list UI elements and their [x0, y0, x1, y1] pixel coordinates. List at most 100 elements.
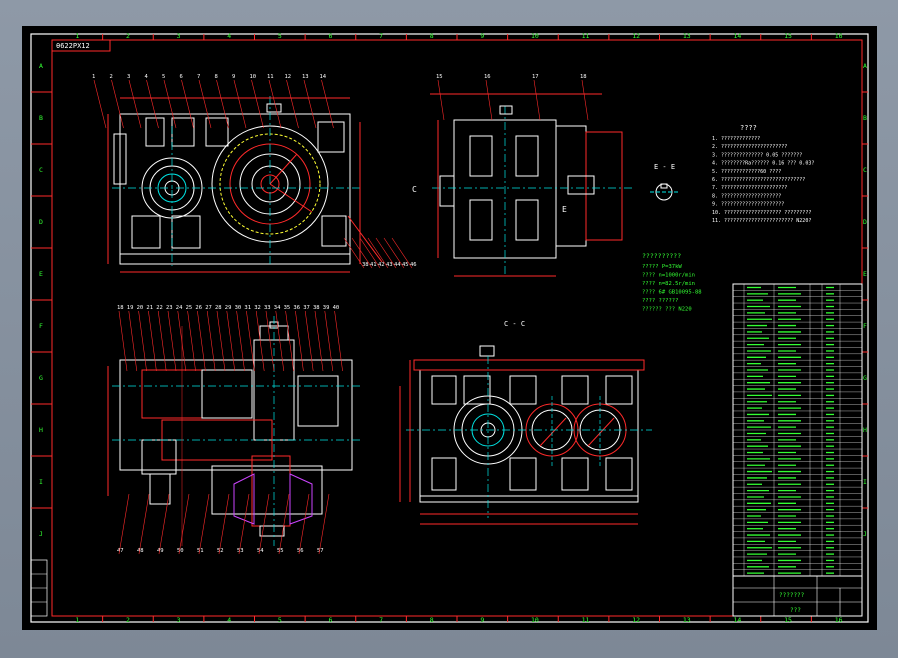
callout-number: 55 [277, 548, 284, 554]
view-letter-c: C [412, 185, 417, 194]
callout-number: 41 [370, 262, 377, 268]
callout-number: 10 [250, 74, 257, 80]
callout-number: 11 [267, 74, 274, 80]
zone-row-label: F [39, 322, 43, 330]
section-e-e: E - E [650, 163, 678, 201]
specs-title: ?????????? [642, 252, 681, 260]
callout-number: 19 [127, 305, 134, 311]
zone-col-label: 4 [227, 32, 231, 40]
zone-col-label: 7 [379, 616, 383, 624]
callout-number: 36 [293, 305, 300, 311]
zone-labels-bottom: 1 2 3 4 5 6 7 8 9 10 11 12 13 14 15 16 [75, 616, 843, 624]
view-letter-e: E [562, 205, 567, 214]
callout-number: 6 [180, 74, 183, 80]
zone-col-label: 12 [632, 616, 640, 624]
zone-col-label: 8 [430, 616, 434, 624]
title-block-name: ??????? [779, 592, 805, 599]
zone-col-label: 6 [328, 32, 332, 40]
zone-labels-right: A B C D E F G H I J [862, 62, 868, 538]
spec-line: ???? 6# GB10095-88 [642, 290, 702, 296]
callout-number: 29 [225, 305, 232, 311]
zone-row-label: D [863, 218, 867, 226]
zone-row-label: C [863, 166, 867, 174]
zone-col-label: 10 [531, 616, 539, 624]
callout-number: 27 [205, 305, 212, 311]
callout-number: 52 [217, 548, 224, 554]
title-block-sub: ??? [790, 607, 801, 614]
tech-req-line: 8. ???????????????????? [712, 193, 781, 199]
tech-req-line: 7. ?????????????????????? [712, 185, 787, 191]
zone-col-label: 16 [835, 616, 843, 624]
technical-requirements: ???? 1. ????????????? 2. ????????????????… [712, 124, 814, 224]
zone-row-label: A [39, 62, 43, 70]
zone-col-label: 6 [328, 616, 332, 624]
callout-number: 46 [410, 262, 417, 268]
outer-frame [30, 33, 869, 623]
callout-number: 50 [177, 548, 184, 554]
zone-row-label: J [39, 530, 43, 538]
zone-col-label: 14 [733, 616, 741, 624]
tech-req-line: 11. ??????????????????????? N220? [712, 218, 811, 224]
callout-number: 20 [137, 305, 144, 311]
zone-col-label: 16 [835, 32, 843, 40]
spec-line: ???? ?????? [642, 298, 678, 304]
zone-row-label: F [863, 322, 867, 330]
drawing-number-box: θ622PX12 [51, 39, 111, 52]
revision-box [30, 559, 48, 617]
zone-col-label: 13 [683, 32, 691, 40]
callouts-front-view: 1 2 3 4 5 6 7 8 9 10 11 12 13 14 [92, 74, 334, 129]
zone-col-label: 3 [177, 616, 181, 624]
callout-number: 18 [117, 305, 124, 311]
zone-row-label: A [863, 62, 867, 70]
zone-col-label: 4 [227, 616, 231, 624]
zone-row-label: B [39, 114, 43, 122]
parts-list [732, 283, 863, 577]
zone-row-label: G [39, 374, 43, 382]
front-view [107, 96, 383, 273]
zone-labels-top: 1 2 3 4 5 6 7 8 9 10 11 12 13 14 15 16 [75, 32, 843, 40]
callout-number: 30 [235, 305, 242, 311]
callout-number: 39 [323, 305, 330, 311]
zone-col-label: 11 [582, 32, 590, 40]
tech-req-line: 3. ?????????????? 0.05 ??????? [712, 152, 802, 158]
callout-number: 22 [156, 305, 163, 311]
callout-number: 33 [264, 305, 271, 311]
callout-number: 7 [197, 74, 200, 80]
zone-col-label: 3 [177, 32, 181, 40]
zone-row-label: I [863, 478, 867, 486]
callout-number: 51 [197, 548, 204, 554]
zone-col-label: 10 [531, 32, 539, 40]
zone-col-label: 12 [632, 32, 640, 40]
callout-number: 48 [137, 548, 144, 554]
callouts-misc: 38 41 42 43 44 45 46 [343, 237, 417, 269]
tech-req-line: 5. ?????????????60 ???? [712, 169, 781, 175]
zone-row-label: I [39, 478, 43, 486]
callout-number: 49 [157, 548, 164, 554]
callout-number: 8 [215, 74, 218, 80]
zone-col-label: 7 [379, 32, 383, 40]
callout-number: 9 [232, 74, 235, 80]
zone-row-label: C [39, 166, 43, 174]
callout-number: 23 [166, 305, 173, 311]
zone-row-label: D [39, 218, 43, 226]
callout-number: 25 [186, 305, 193, 311]
zone-col-label: 1 [75, 32, 79, 40]
callout-number: 35 [284, 305, 291, 311]
callout-number: 21 [146, 305, 153, 311]
tech-req-line: 1. ????????????? [712, 136, 760, 142]
callout-number: 45 [402, 262, 409, 268]
zone-row-label: E [39, 270, 43, 278]
callout-number: 42 [378, 262, 385, 268]
callout-number: 24 [176, 305, 183, 311]
drawing-number: θ622PX12 [56, 42, 90, 50]
tech-req-line: 6. ???????????????????????????? [712, 177, 805, 183]
callout-number: 37 [303, 305, 310, 311]
callout-number: 47 [117, 548, 124, 554]
spec-line: ???? n=1000r/min [642, 273, 695, 279]
callout-number: 57 [317, 548, 324, 554]
zone-labels-left: A B C D E F G H I J [31, 62, 52, 538]
specifications: ?????????? ????? P=37kW ???? n=1000r/min?… [642, 252, 702, 313]
zone-col-label: 9 [480, 32, 484, 40]
spec-line: ???? n=82.5r/min [642, 281, 695, 287]
spec-line: ????? P=37kW [642, 264, 682, 270]
